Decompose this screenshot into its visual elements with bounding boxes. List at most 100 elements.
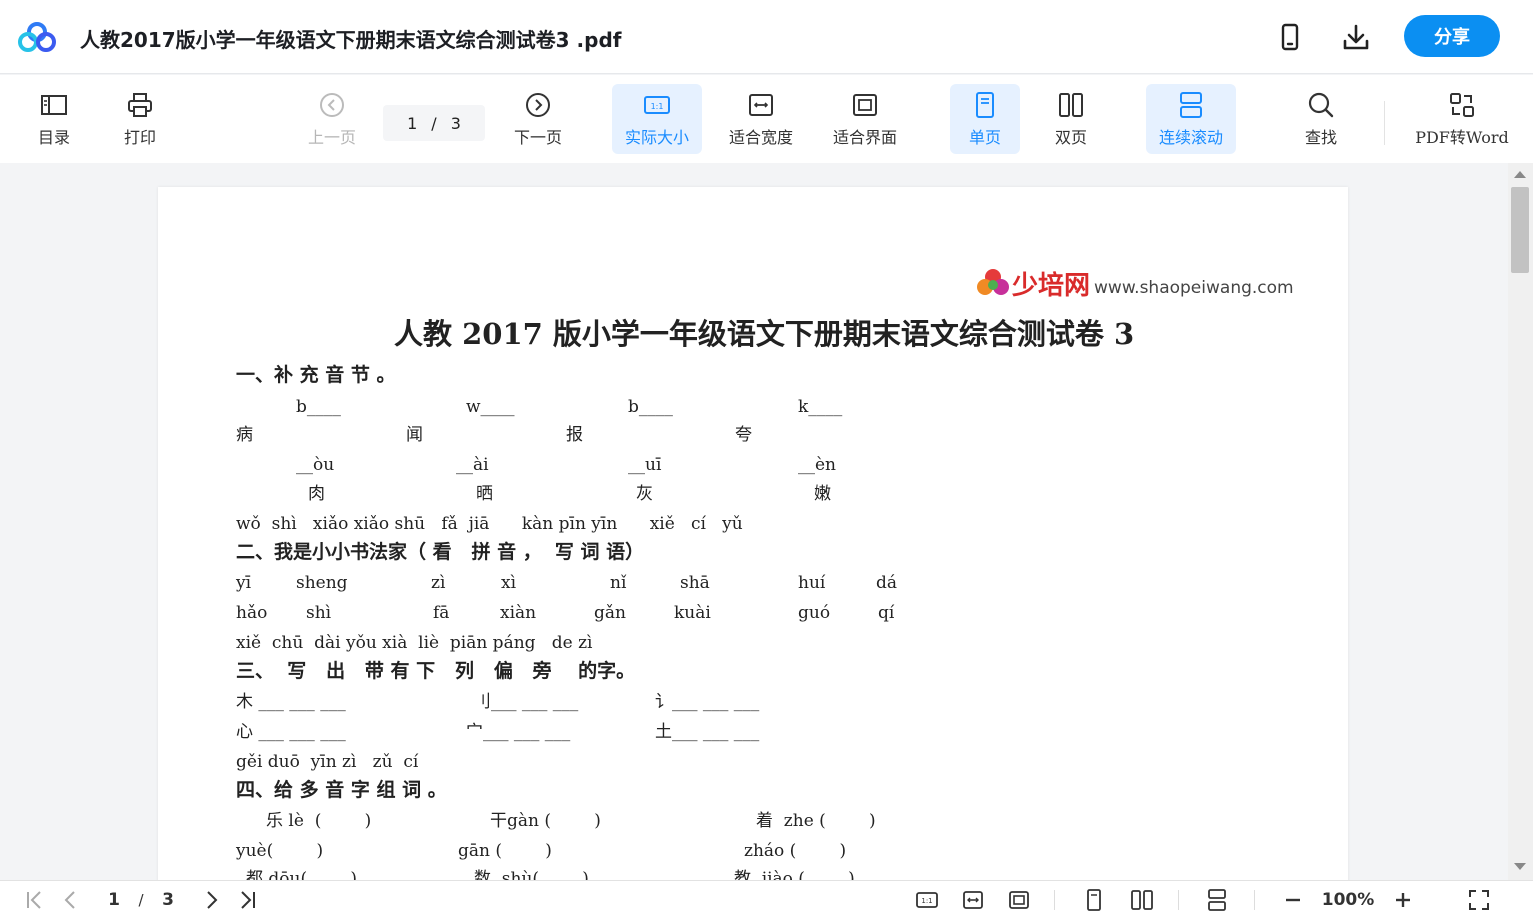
next-page-label: 下一页 bbox=[513, 128, 562, 147]
radical-blanks: 土___ ___ ___ bbox=[655, 722, 760, 742]
prev-page-small-button[interactable] bbox=[58, 888, 84, 912]
document-title: 人教2017版小学一年级语文下册期末语文综合测试卷3 .pdf bbox=[80, 28, 622, 52]
app-logo-icon bbox=[18, 22, 56, 52]
status-bar: 1 / 3 1:1 100% bbox=[0, 880, 1533, 917]
double-page-button[interactable]: 双页 bbox=[1036, 84, 1106, 154]
flower-logo-icon bbox=[977, 268, 1009, 295]
pinyin-word: sheng bbox=[296, 573, 348, 593]
last-page-button[interactable] bbox=[234, 888, 260, 912]
status-divider bbox=[1254, 890, 1255, 910]
total-pages: 3 bbox=[450, 113, 461, 133]
download-icon[interactable] bbox=[1341, 22, 1371, 52]
printer-icon bbox=[128, 93, 152, 117]
prev-page-button[interactable]: 上一页 bbox=[296, 84, 368, 154]
pinyin-blank: w____ bbox=[466, 397, 515, 417]
single-page-button[interactable]: 单页 bbox=[950, 84, 1020, 154]
convert-icon bbox=[1450, 93, 1474, 117]
chevron-right-icon bbox=[207, 891, 218, 909]
double-page-icon bbox=[1059, 93, 1083, 117]
pinyin-blank: __uī bbox=[628, 455, 662, 475]
continuous-scroll-label: 连续滚动 bbox=[1158, 128, 1223, 147]
single-page-label: 单页 bbox=[968, 128, 1001, 147]
pinyin-word: kuài bbox=[674, 603, 711, 623]
scroll-up-icon[interactable] bbox=[1514, 171, 1526, 178]
find-label: 查找 bbox=[1304, 128, 1337, 147]
pinyin-blank: __ài bbox=[456, 455, 489, 475]
pinyin-blank: k____ bbox=[798, 397, 843, 417]
double-page-small-button[interactable] bbox=[1129, 888, 1155, 912]
scroll-thumb[interactable] bbox=[1511, 187, 1529, 273]
polyphone-item: 干gàn ( ) bbox=[490, 811, 601, 831]
fit-page-small-button[interactable] bbox=[1006, 888, 1032, 912]
mobile-phone-icon[interactable] bbox=[1275, 22, 1305, 52]
fit-width-button[interactable]: 适合宽度 bbox=[718, 84, 804, 154]
polyphone-item: 乐 lè ( ) bbox=[266, 811, 372, 831]
print-label: 打印 bbox=[123, 128, 156, 147]
scroll-down-icon[interactable] bbox=[1514, 863, 1526, 870]
pdf-viewer-app: 人教2017版小学一年级语文下册期末语文综合测试卷3 .pdf 分享 目录 打印… bbox=[0, 0, 1533, 917]
title-bar: 人教2017版小学一年级语文下册期末语文综合测试卷3 .pdf 分享 bbox=[0, 0, 1533, 74]
next-page-small-button[interactable] bbox=[198, 888, 224, 912]
hanzi-char: 灰 bbox=[636, 484, 653, 504]
arrow-right-circle-icon bbox=[526, 93, 550, 117]
document-viewer[interactable]: 少培网 www.shaopeiwang.com 人教 2017 版小学一年级语文… bbox=[0, 163, 1533, 880]
fit-width-small-button[interactable] bbox=[960, 888, 986, 912]
continuous-scroll-small-button[interactable] bbox=[1204, 888, 1230, 912]
polyphone-item: zháo ( ) bbox=[744, 841, 847, 861]
actual-size-icon: 1:1 bbox=[644, 96, 670, 114]
polyphone-item: gān ( ) bbox=[458, 841, 552, 861]
hanzi-char: 嫩 bbox=[814, 484, 831, 504]
last-page-icon bbox=[241, 891, 255, 909]
pinyin-word: hǎo bbox=[236, 603, 268, 623]
hanzi-char: 肉 bbox=[308, 484, 325, 504]
next-page-button[interactable]: 下一页 bbox=[502, 84, 574, 154]
fit-page-label: 适合界面 bbox=[832, 128, 897, 147]
pinyin-word: gǎn bbox=[594, 603, 626, 623]
actual-size-small-button[interactable]: 1:1 bbox=[914, 888, 940, 912]
actual-size-button[interactable]: 1:1 实际大小 bbox=[612, 84, 702, 154]
find-button[interactable]: 查找 bbox=[1288, 84, 1354, 154]
pinyin-blank: __èn bbox=[798, 455, 837, 475]
radical-blanks: 刂___ ___ ___ bbox=[474, 692, 579, 712]
pinyin-line: wǒ shì xiǎo xiǎo shū fǎ jiā kàn pīn yīn … bbox=[236, 514, 743, 534]
hanzi-char: 病 bbox=[236, 425, 253, 445]
page-number-box[interactable]: 1 / 3 bbox=[383, 105, 485, 141]
toc-button[interactable]: 目录 bbox=[24, 84, 84, 154]
continuous-scroll-button[interactable]: 连续滚动 bbox=[1146, 84, 1236, 154]
fullscreen-button[interactable] bbox=[1466, 888, 1492, 912]
plus-icon bbox=[1396, 893, 1410, 907]
double-page-small-icon bbox=[1131, 890, 1153, 910]
double-page-label: 双页 bbox=[1054, 128, 1087, 147]
toc-icon bbox=[41, 95, 67, 115]
pinyin-word: guó bbox=[798, 603, 831, 623]
brand-url: www.shaopeiwang.com bbox=[1094, 277, 1294, 298]
pdf-to-word-label: PDF转Word bbox=[1415, 128, 1509, 147]
first-page-button[interactable] bbox=[22, 888, 48, 912]
pdf-to-word-button[interactable]: PDF转Word bbox=[1410, 84, 1514, 154]
pinyin-line: xiě chū dài yǒu xià liè piān páng de zì bbox=[236, 633, 593, 653]
zoom-out-button[interactable] bbox=[1280, 888, 1306, 912]
zoom-in-button[interactable] bbox=[1390, 888, 1416, 912]
single-page-small-icon bbox=[1087, 889, 1101, 911]
status-current-page[interactable]: 1 bbox=[104, 888, 124, 912]
actual-size-label: 实际大小 bbox=[624, 128, 689, 147]
fullscreen-icon bbox=[1469, 890, 1489, 910]
pinyin-word: huí bbox=[798, 573, 826, 593]
fit-page-button[interactable]: 适合界面 bbox=[822, 84, 908, 154]
first-page-icon bbox=[27, 891, 41, 909]
chevron-left-icon bbox=[64, 891, 75, 909]
vertical-scrollbar[interactable] bbox=[1508, 163, 1533, 880]
polyphone-item: 都 dōu( ) bbox=[246, 869, 357, 880]
status-divider bbox=[1178, 890, 1179, 910]
section-heading: 一、补 充 音 节 。 bbox=[236, 364, 396, 386]
hanzi-char: 夸 bbox=[735, 425, 752, 445]
arrow-left-circle-icon bbox=[320, 93, 344, 117]
fit-width-small-icon bbox=[963, 891, 983, 909]
exam-title: 人教 2017 版小学一年级语文下册期末语文综合测试卷 3 bbox=[394, 317, 1135, 351]
share-button[interactable]: 分享 bbox=[1404, 15, 1500, 57]
single-page-small-button[interactable] bbox=[1081, 888, 1107, 912]
toc-label: 目录 bbox=[37, 128, 70, 147]
zoom-level[interactable]: 100% bbox=[1316, 888, 1380, 912]
print-button[interactable]: 打印 bbox=[110, 84, 170, 154]
toolbar: 目录 打印 上一页 1 / 3 下一页 1:1 实际大小 适合宽度 适合界面 单… bbox=[0, 75, 1533, 163]
